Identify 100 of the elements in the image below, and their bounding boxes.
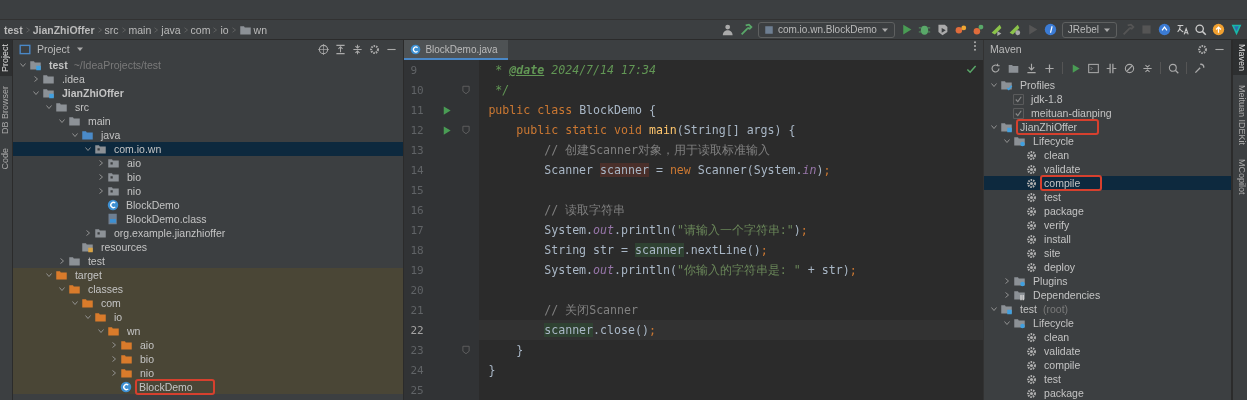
tool-window-tab[interactable]: Project <box>0 40 12 76</box>
tree-row[interactable]: nio <box>12 366 404 380</box>
bug-icon[interactable] <box>917 23 931 36</box>
tree-row[interactable]: bio <box>12 170 404 184</box>
tree-row[interactable]: src <box>12 100 404 114</box>
breadcrumb-item[interactable]: wn <box>253 23 268 36</box>
tree-row[interactable]: nio <box>12 184 404 198</box>
tree-row[interactable]: JianZhiOffer <box>984 120 1232 134</box>
toggle-icon[interactable] <box>1106 62 1118 74</box>
profiler-icon[interactable] <box>953 23 967 36</box>
breadcrumb-item[interactable]: JianZhiOffer <box>32 23 95 36</box>
bolt-icon[interactable] <box>989 23 1003 36</box>
tree-row[interactable]: io <box>12 310 404 324</box>
tool-window-tab[interactable]: DB Browser <box>0 82 12 139</box>
profiler-icon[interactable] <box>971 23 985 36</box>
breadcrumb-item[interactable]: test <box>4 23 23 36</box>
tree-row[interactable]: jdk-1.8 <box>984 92 1232 106</box>
tree-row[interactable]: wn <box>12 324 404 338</box>
search-icon[interactable] <box>1194 23 1207 36</box>
crosshair-icon[interactable] <box>318 43 330 55</box>
gear-icon <box>1026 331 1038 343</box>
tree-row[interactable]: .idea <box>12 72 404 86</box>
breadcrumb-item[interactable]: main <box>128 23 152 36</box>
upload-icon[interactable] <box>1212 23 1225 36</box>
plugin-config-dropdown[interactable]: JRebel <box>1061 21 1117 38</box>
terminal-icon[interactable] <box>1088 62 1100 74</box>
bolt-icon[interactable] <box>1007 23 1021 36</box>
tree-row[interactable]: deploy <box>984 260 1232 274</box>
tree-row[interactable]: com <box>12 296 404 310</box>
tree-row[interactable]: test <box>984 190 1232 204</box>
tree-row[interactable]: target <box>12 268 404 282</box>
tree-row[interactable]: validate <box>984 162 1232 176</box>
tree-row[interactable]: validate <box>984 344 1232 358</box>
settings-icon[interactable] <box>1197 43 1209 55</box>
tree-row[interactable]: clean <box>984 330 1232 344</box>
tree-row[interactable]: test <box>12 254 404 268</box>
tree-row[interactable]: Lifecycle <box>984 316 1232 330</box>
settings-icon[interactable] <box>369 43 381 55</box>
download-icon[interactable] <box>1026 62 1038 74</box>
tree-row[interactable]: test ~/IdeaProjects/test <box>12 58 404 72</box>
user-icon[interactable] <box>721 23 735 36</box>
folder-plus-icon[interactable] <box>1008 62 1020 74</box>
tree-row[interactable]: clean <box>984 148 1232 162</box>
binary-file-icon <box>106 213 119 225</box>
tree-row[interactable]: package <box>984 204 1232 218</box>
breadcrumb-item[interactable]: src <box>104 23 119 36</box>
analyze-icon[interactable] <box>1168 62 1180 74</box>
tool-window-tab[interactable]: Maven <box>1233 40 1247 75</box>
tree-row[interactable]: test <box>984 372 1232 386</box>
refresh-icon[interactable] <box>990 62 1002 74</box>
wrench-icon[interactable] <box>1194 62 1206 74</box>
breadcrumb-item[interactable]: io <box>220 23 229 36</box>
tree-row[interactable]: Lifecycle <box>984 134 1232 148</box>
tree-row[interactable]: org.example.jianzhioffer <box>12 226 404 240</box>
tree-row[interactable]: Plugins <box>984 274 1232 288</box>
tree-row[interactable]: compile <box>984 176 1232 190</box>
tree-item-label: jdk-1.8 <box>1029 92 1064 107</box>
tree-row[interactable]: java <box>12 128 404 142</box>
run-config-dropdown[interactable]: com.io.wn.BlockDemo <box>757 21 895 38</box>
editor-tab[interactable]: BlockDemo.java <box>404 40 508 60</box>
tree-row[interactable]: JianZhiOffer <box>12 86 404 100</box>
tree-row[interactable]: classes <box>12 282 404 296</box>
breadcrumb-item[interactable]: java <box>161 23 181 36</box>
tree-row[interactable]: BlockDemo.class <box>12 212 404 226</box>
tree-row[interactable]: package <box>984 386 1232 400</box>
tree-row[interactable]: Dependencies <box>984 288 1232 302</box>
tree-row[interactable]: com.io.wn <box>12 142 404 156</box>
translate-icon[interactable] <box>1176 23 1189 36</box>
tree-row[interactable]: meituan-dianping <box>984 106 1232 120</box>
tool-window-tab[interactable]: Meituan IDEKit <box>1233 81 1247 150</box>
tree-row[interactable]: verify <box>984 218 1232 232</box>
tree-row[interactable]: install <box>984 232 1232 246</box>
tree-row[interactable]: site <box>984 246 1232 260</box>
tree-row[interactable]: aio <box>12 338 404 352</box>
gear-icon <box>1026 233 1038 245</box>
expand-all-icon[interactable] <box>335 43 347 55</box>
cancel-icon[interactable] <box>1124 62 1136 74</box>
panel-title: Maven <box>990 43 1022 55</box>
breadcrumb-item[interactable]: com <box>190 23 211 36</box>
gear-folder-icon <box>1013 317 1027 329</box>
plugin-icon[interactable] <box>1230 23 1243 36</box>
tree-row[interactable]: BlockDemo <box>12 198 404 212</box>
tree-row[interactable]: aio <box>12 156 404 170</box>
tree-row[interactable]: Profiles <box>984 78 1232 92</box>
tool-window-tab[interactable]: Code <box>0 144 12 174</box>
update-icon[interactable] <box>1158 23 1171 36</box>
compass-icon[interactable] <box>1043 23 1057 36</box>
tree-row[interactable]: BlockDemo <box>12 380 404 394</box>
shield-icon[interactable] <box>935 23 949 36</box>
check-icon <box>966 64 978 75</box>
hammer-icon[interactable] <box>739 23 753 36</box>
collapse-all-icon[interactable] <box>352 43 364 55</box>
run-icon[interactable] <box>1070 62 1082 74</box>
tree-row[interactable]: main <box>12 114 404 128</box>
tree-row[interactable]: resources <box>12 240 404 254</box>
collapse-all-icon[interactable] <box>1142 62 1154 74</box>
tree-row[interactable]: bio <box>12 352 404 366</box>
tool-window-tab[interactable]: MCopilot <box>1233 155 1247 199</box>
tree-row[interactable]: compile <box>984 358 1232 372</box>
plus-icon[interactable] <box>1044 62 1056 74</box>
